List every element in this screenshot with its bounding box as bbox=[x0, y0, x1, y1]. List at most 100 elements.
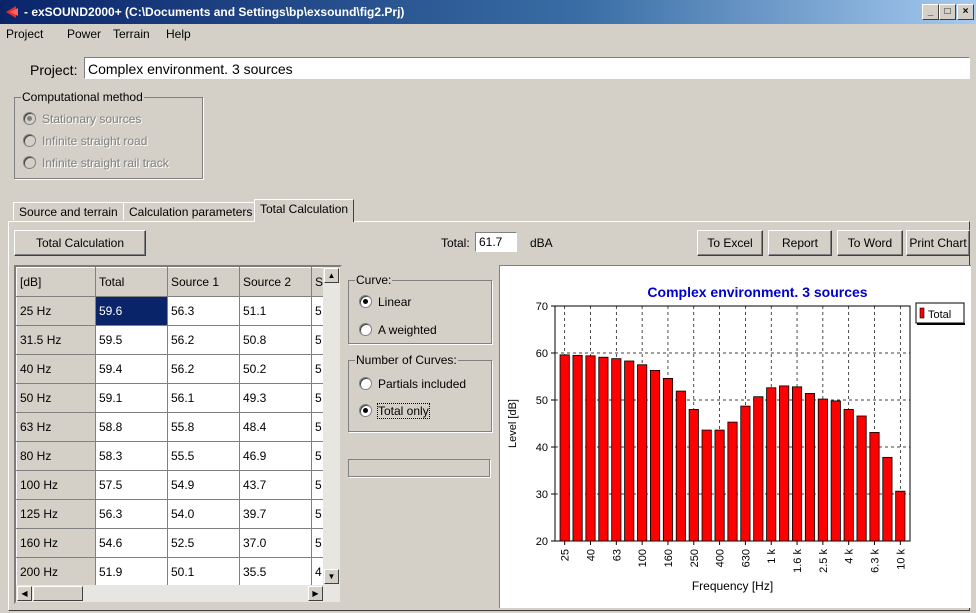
x-tick-label: 100 bbox=[637, 549, 649, 567]
column-header[interactable]: Total bbox=[95, 267, 168, 297]
table-cell[interactable]: 35.5 bbox=[239, 557, 312, 587]
column-header[interactable]: Source 1 bbox=[167, 267, 240, 297]
row-header[interactable]: 50 Hz bbox=[16, 383, 96, 413]
chart-panel: Complex environment. 3 sources 20 30 40 50 60… bbox=[499, 265, 971, 608]
scroll-right-arrow[interactable]: ▶ bbox=[308, 586, 323, 601]
menu-power[interactable]: Power bbox=[67, 27, 101, 41]
menu-terrain[interactable]: Terrain bbox=[113, 27, 150, 41]
method-option-label: Stationary sources bbox=[42, 112, 142, 126]
project-name-input[interactable]: Complex environment. 3 sources bbox=[84, 57, 970, 79]
partials-included-radio[interactable]: Partials included bbox=[359, 377, 466, 391]
radio-dot bbox=[359, 295, 372, 308]
table-cell[interactable]: 56.3 bbox=[167, 296, 240, 326]
table-cell[interactable]: 55.8 bbox=[167, 412, 240, 442]
row-header[interactable]: 40 Hz bbox=[16, 354, 96, 384]
row-header[interactable]: 31.5 Hz bbox=[16, 325, 96, 355]
tab-total-calculation[interactable]: Total Calculation bbox=[254, 199, 355, 222]
table-cell[interactable]: 56.2 bbox=[167, 325, 240, 355]
x-tick-label: 2.5 k bbox=[818, 549, 830, 573]
total-only-radio[interactable]: Total only bbox=[359, 403, 430, 419]
row-header[interactable]: 25 Hz bbox=[16, 296, 96, 326]
table-cell[interactable]: 59.5 bbox=[95, 325, 168, 355]
table-cell[interactable]: 48.4 bbox=[239, 412, 312, 442]
total-calculation-button[interactable]: Total Calculation bbox=[14, 230, 146, 256]
results-table: [dB] Total Source 1 Source 2 S 25 Hz 59.6… bbox=[16, 267, 330, 602]
row-header[interactable]: 100 Hz bbox=[16, 470, 96, 500]
table-cell[interactable]: 54.9 bbox=[167, 470, 240, 500]
table-cell[interactable]: 51.9 bbox=[95, 557, 168, 587]
table-cell[interactable]: 43.7 bbox=[239, 470, 312, 500]
table-cell[interactable]: 39.7 bbox=[239, 499, 312, 529]
table-cell[interactable]: 56.1 bbox=[167, 383, 240, 413]
bar bbox=[662, 377, 674, 542]
table-cell[interactable]: 54.6 bbox=[95, 528, 168, 558]
x-tick-label: 4 k bbox=[844, 549, 856, 564]
table-cell[interactable]: 59.6 bbox=[95, 296, 168, 326]
x-tick-label: 250 bbox=[689, 549, 701, 567]
curve-a-weighted-radio[interactable]: A weighted bbox=[359, 323, 437, 337]
table-cell[interactable]: 50.8 bbox=[239, 325, 312, 355]
curve-linear-radio[interactable]: Linear bbox=[359, 295, 411, 309]
row-header[interactable]: 63 Hz bbox=[16, 412, 96, 442]
table-row: 25 Hz 59.6 56.3 51.1 5 bbox=[16, 296, 330, 326]
y-tick-label: 30 bbox=[536, 489, 548, 501]
level-spectrum-chart[interactable]: Complex environment. 3 sources 20 30 40 50 60… bbox=[500, 266, 971, 608]
x-tick-label: 400 bbox=[715, 549, 727, 567]
minimize-button[interactable]: _ bbox=[922, 4, 939, 20]
close-button[interactable]: × bbox=[957, 4, 974, 20]
horizontal-scroll-thumb[interactable] bbox=[33, 586, 83, 601]
table-cell[interactable]: 52.5 bbox=[167, 528, 240, 558]
bar bbox=[727, 421, 738, 542]
column-header[interactable]: Source 2 bbox=[239, 267, 312, 297]
method-rail-radio[interactable]: Infinite straight rail track bbox=[23, 156, 169, 170]
table-cell[interactable]: 56.2 bbox=[167, 354, 240, 384]
results-grid[interactable]: [dB] Total Source 1 Source 2 S 25 Hz 59.6… bbox=[14, 265, 342, 604]
column-header[interactable]: [dB] bbox=[16, 267, 96, 297]
table-cell[interactable]: 56.3 bbox=[95, 499, 168, 529]
method-stationary-radio[interactable]: Stationary sources bbox=[23, 112, 141, 126]
tab-source-terrain[interactable]: Source and terrain bbox=[13, 202, 124, 220]
table-cell[interactable]: 50.1 bbox=[167, 557, 240, 587]
bar bbox=[895, 490, 906, 542]
report-button[interactable]: Report bbox=[768, 230, 832, 256]
print-chart-button[interactable]: Print Chart bbox=[906, 230, 970, 256]
tab-calculation-parameters[interactable]: Calculation parameters bbox=[123, 202, 259, 220]
total-unit: dBA bbox=[530, 236, 553, 250]
total-value-field[interactable]: 61.7 bbox=[475, 232, 517, 252]
scroll-left-arrow[interactable]: ◀ bbox=[17, 586, 32, 601]
table-cell[interactable]: 59.4 bbox=[95, 354, 168, 384]
table-cell[interactable]: 50.2 bbox=[239, 354, 312, 384]
maximize-button[interactable]: □ bbox=[939, 4, 956, 20]
method-road-radio[interactable]: Infinite straight road bbox=[23, 134, 147, 148]
scroll-up-arrow[interactable]: ▲ bbox=[324, 268, 339, 283]
table-cell[interactable]: 59.1 bbox=[95, 383, 168, 413]
table-cell[interactable]: 54.0 bbox=[167, 499, 240, 529]
scroll-down-arrow[interactable]: ▼ bbox=[324, 569, 339, 584]
row-header[interactable]: 125 Hz bbox=[16, 499, 96, 529]
y-axis-label: Level [dB] bbox=[507, 399, 519, 448]
table-cell[interactable]: 46.9 bbox=[239, 441, 312, 471]
table-cell[interactable]: 58.8 bbox=[95, 412, 168, 442]
bar bbox=[611, 358, 622, 542]
row-header[interactable]: 200 Hz bbox=[16, 557, 96, 587]
table-cell[interactable]: 49.3 bbox=[239, 383, 312, 413]
row-header[interactable]: 160 Hz bbox=[16, 528, 96, 558]
vertical-scrollbar[interactable] bbox=[323, 267, 340, 585]
menu-project[interactable]: Project bbox=[6, 27, 43, 41]
table-cell[interactable]: 51.1 bbox=[239, 296, 312, 326]
menu-help[interactable]: Help bbox=[166, 27, 191, 41]
x-tick-label: 63 bbox=[611, 549, 623, 561]
table-cell[interactable]: 57.5 bbox=[95, 470, 168, 500]
to-excel-button[interactable]: To Excel bbox=[697, 230, 763, 256]
x-tick-label: 160 bbox=[663, 549, 675, 567]
table-cell[interactable]: 55.5 bbox=[167, 441, 240, 471]
table-header-row: [dB] Total Source 1 Source 2 S bbox=[16, 267, 330, 297]
row-header[interactable]: 80 Hz bbox=[16, 441, 96, 471]
table-cell[interactable]: 37.0 bbox=[239, 528, 312, 558]
to-word-button[interactable]: To Word bbox=[837, 230, 903, 256]
table-row: 31.5 Hz 59.5 56.2 50.8 5 bbox=[16, 325, 330, 355]
number-of-curves-group: Number of Curves: Partials included Tota… bbox=[348, 353, 492, 432]
curve-option-label: Linear bbox=[378, 295, 412, 309]
table-cell[interactable]: 58.3 bbox=[95, 441, 168, 471]
bar bbox=[701, 429, 712, 542]
